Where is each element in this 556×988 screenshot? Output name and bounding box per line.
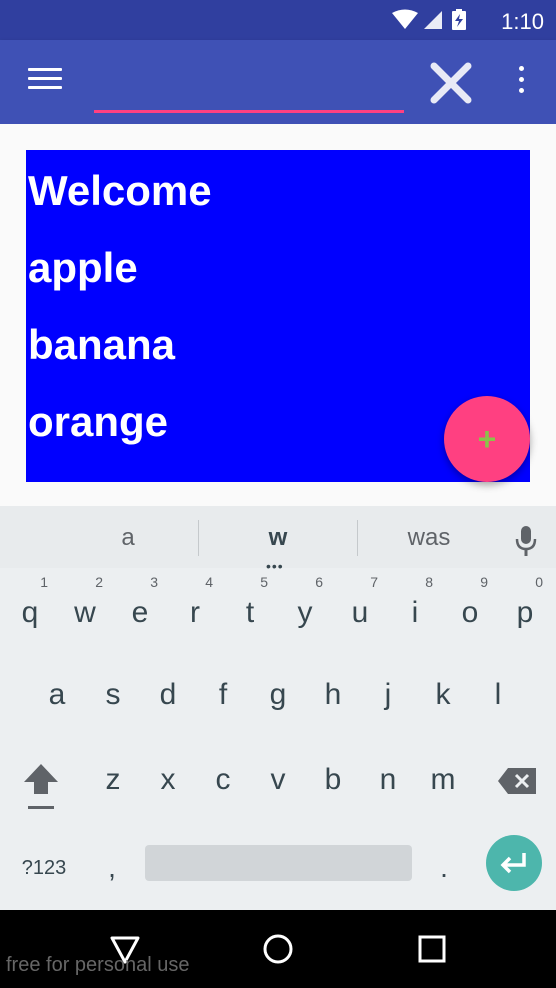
key-y[interactable]: y6 — [281, 575, 329, 645]
key-v[interactable]: v — [254, 748, 302, 812]
period-key[interactable]: . — [424, 846, 464, 890]
more-suggestions-icon: ••• — [266, 558, 284, 574]
key-i[interactable]: i8 — [391, 575, 439, 645]
key-q[interactable]: q1 — [6, 575, 54, 645]
search-input[interactable] — [94, 62, 404, 113]
key-r[interactable]: r4 — [171, 575, 219, 645]
key-h[interactable]: h — [309, 663, 357, 727]
content-area: Welcome apple banana orange grape + — [0, 124, 556, 506]
symbols-key[interactable]: ?123 — [14, 848, 74, 888]
key-k[interactable]: k — [419, 663, 467, 727]
app-bar — [0, 40, 556, 124]
comma-key[interactable]: , — [92, 846, 132, 890]
key-e[interactable]: e3 — [116, 575, 164, 645]
key-n[interactable]: n — [364, 748, 412, 812]
status-bar: 1:10 — [0, 0, 556, 40]
status-icons — [392, 9, 466, 30]
wifi-icon — [392, 9, 418, 29]
list-item[interactable]: apple — [26, 229, 530, 306]
suggestion-item[interactable]: was — [349, 524, 509, 552]
key-t[interactable]: t5 — [226, 575, 274, 645]
soft-keyboard: a w ••• was q1 w2 e3 r4 t5 y6 u7 i8 o9 p… — [0, 506, 556, 910]
key-z[interactable]: z — [89, 748, 137, 812]
key-s[interactable]: s — [89, 663, 137, 727]
key-j[interactable]: j — [364, 663, 412, 727]
suggestion-item[interactable]: w — [198, 524, 358, 552]
backspace-icon[interactable] — [496, 766, 538, 796]
key-a[interactable]: a — [33, 663, 81, 727]
key-d[interactable]: d — [144, 663, 192, 727]
key-p[interactable]: p0 — [501, 575, 549, 645]
enter-key[interactable] — [486, 835, 542, 891]
list-item[interactable]: banana — [26, 306, 530, 383]
key-b[interactable]: b — [309, 748, 357, 812]
key-l[interactable]: l — [474, 663, 522, 727]
hamburger-menu-icon[interactable] — [28, 68, 62, 98]
add-fab-button[interactable]: + — [444, 396, 530, 482]
space-key[interactable] — [145, 845, 412, 881]
watermark-text: free for personal use — [6, 954, 190, 976]
suggestion-bar: a w ••• was — [0, 506, 556, 574]
key-u[interactable]: u7 — [336, 575, 384, 645]
signal-icon — [424, 11, 442, 29]
list-item[interactable]: Welcome — [26, 152, 530, 229]
key-m[interactable]: m — [419, 748, 467, 812]
key-c[interactable]: c — [199, 748, 247, 812]
shift-icon[interactable] — [20, 760, 62, 814]
enter-icon — [500, 853, 526, 874]
status-time: 1:10 — [501, 9, 544, 34]
battery-charging-icon — [452, 9, 466, 30]
close-icon[interactable] — [428, 60, 474, 106]
key-g[interactable]: g — [254, 663, 302, 727]
recents-icon[interactable] — [415, 932, 449, 966]
microphone-icon[interactable] — [512, 524, 540, 558]
key-f[interactable]: f — [199, 663, 247, 727]
more-vert-icon[interactable] — [510, 66, 532, 106]
suggestion-item[interactable]: a — [48, 524, 208, 552]
key-x[interactable]: x — [144, 748, 192, 812]
home-icon[interactable] — [261, 932, 295, 966]
key-w[interactable]: w2 — [61, 575, 109, 645]
key-o[interactable]: o9 — [446, 575, 494, 645]
